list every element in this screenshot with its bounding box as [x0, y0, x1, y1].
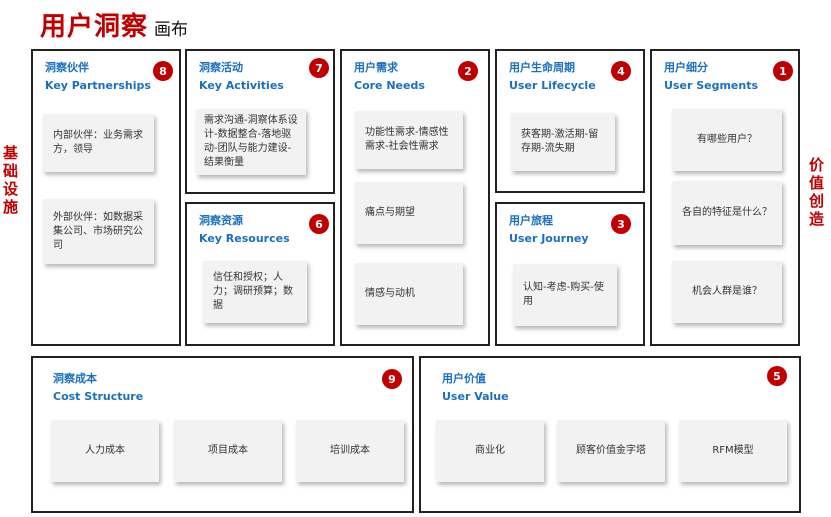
note-which-users: 有哪些用户？ — [672, 109, 782, 171]
note-motivation: 情感与动机 — [355, 263, 463, 325]
box-user-lifecycle: 用户生命周期 User Lifecycle 4 获客期-激活期-留存期-流失期 — [495, 49, 645, 193]
number-badge: 3 — [611, 214, 631, 234]
box-user-segments: 用户细分 User Segments 1 有哪些用户？ 各自的特征是什么？ 机会… — [650, 49, 800, 346]
note-opportunity-users: 机会人群是谁？ — [672, 261, 782, 323]
note-internal-partners: 内部伙伴：业务需求方，领导 — [43, 114, 154, 172]
box-core-needs: 用户需求 Core Needs 2 功能性需求-情感性需求-社会性需求 痛点与期… — [340, 49, 490, 346]
box-title-cn: 用户需求 — [354, 61, 398, 74]
box-title-en: User Value — [442, 390, 509, 403]
box-title-en: Core Needs — [354, 79, 425, 92]
note-pain-points: 痛点与期望 — [355, 182, 463, 244]
right-side-label: 价值创造 — [809, 156, 825, 228]
note-labor-cost: 人力成本 — [51, 420, 159, 482]
box-title-en: Cost Structure — [53, 390, 144, 403]
box-title-en: User Segments — [664, 79, 759, 92]
note-user-features: 各自的特征是什么？ — [672, 181, 782, 245]
number-badge: 5 — [767, 366, 787, 386]
number-badge: 9 — [382, 369, 402, 389]
note-training-cost: 培训成本 — [296, 420, 404, 482]
note-need-types: 功能性需求-情感性需求-社会性需求 — [355, 111, 463, 169]
box-title-cn: 洞察伙伴 — [45, 61, 89, 74]
box-user-value: 用户价值 User Value 5 商业化 顾客价值金字塔 RFM模型 — [419, 356, 801, 513]
note-journey-stages: 认知-考虑-购买-使用 — [513, 264, 617, 326]
note-project-cost: 项目成本 — [174, 420, 282, 482]
box-title-cn: 用户旅程 — [509, 214, 553, 227]
number-badge: 1 — [773, 61, 793, 81]
box-user-journey: 用户旅程 User Journey 3 认知-考虑-购买-使用 — [495, 202, 645, 346]
box-title-cn: 用户价值 — [442, 372, 486, 385]
box-title-en: Key Partnerships — [45, 79, 151, 92]
box-title-en: User Lifecycle — [509, 79, 596, 92]
box-title-en: User Journey — [509, 232, 589, 245]
box-title-cn: 洞察资源 — [199, 214, 243, 227]
box-title-en: Key Activities — [199, 79, 284, 92]
number-badge: 7 — [309, 58, 329, 78]
note-lifecycle-stages: 获客期-激活期-留存期-流失期 — [511, 113, 615, 171]
box-title-en: Key Resources — [199, 232, 290, 245]
canvas-title: 用户洞察 — [40, 12, 149, 42]
box-key-activities: 洞察活动 Key Activities 7 需求沟通-洞察体系设计-数据整合-落… — [185, 49, 335, 194]
left-side-label: 基础设施 — [3, 144, 19, 216]
number-badge: 4 — [611, 61, 631, 81]
page-title: 用户洞察 画布 — [40, 6, 188, 43]
note-commercialization: 商业化 — [436, 420, 544, 482]
box-title-cn: 用户生命周期 — [509, 61, 575, 74]
box-title-cn: 用户细分 — [664, 61, 708, 74]
box-key-resources: 洞察资源 Key Resources 6 信任和授权；人力；调研预算；数据 — [185, 202, 335, 346]
note-rfm-model: RFM模型 — [679, 420, 787, 482]
box-cost-structure: 洞察成本 Cost Structure 9 人力成本 项目成本 培训成本 — [31, 356, 414, 513]
number-badge: 2 — [458, 61, 478, 81]
number-badge: 6 — [309, 214, 329, 234]
number-badge: 8 — [153, 61, 173, 81]
box-title-cn: 洞察成本 — [53, 372, 97, 385]
box-title-cn: 洞察活动 — [199, 61, 243, 74]
canvas-subtitle: 画布 — [154, 20, 189, 40]
note-resources: 信任和授权；人力；调研预算；数据 — [203, 261, 307, 323]
note-external-partners: 外部伙伴：如数据采集公司、市场研究公司 — [43, 199, 154, 264]
note-activities: 需求沟通-洞察体系设计-数据整合-落地驱动-团队与能力建设-结果衡量 — [196, 109, 306, 175]
note-customer-value-pyramid: 顾客价值金字塔 — [557, 420, 665, 482]
box-key-partnerships: 洞察伙伴 Key Partnerships 8 内部伙伴：业务需求方，领导 外部… — [31, 49, 181, 346]
